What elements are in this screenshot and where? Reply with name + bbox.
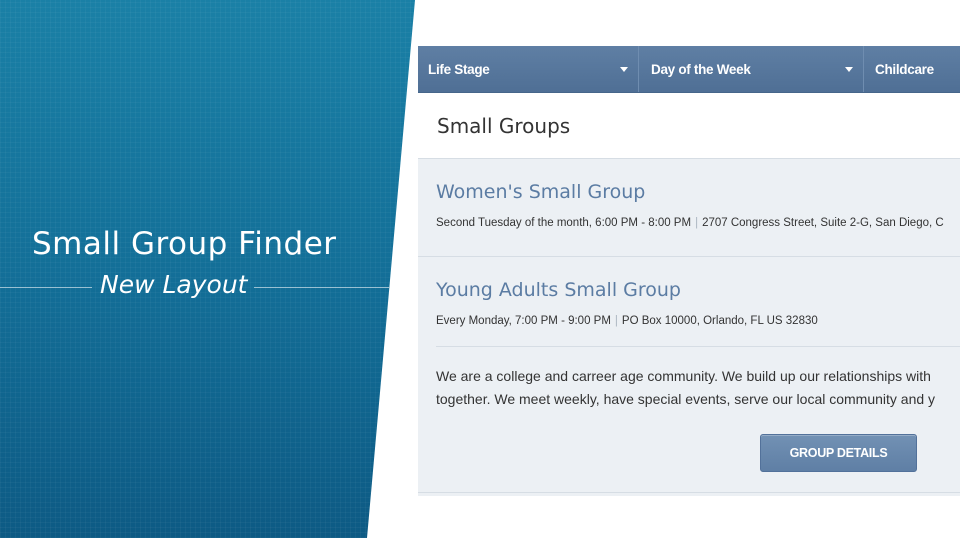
filter-bar: Life Stage Day of the Week Childcare xyxy=(418,46,960,93)
chevron-down-icon xyxy=(620,67,628,72)
group-name-link[interactable]: Women's Small Group xyxy=(436,181,645,203)
filter-day-of-week[interactable]: Day of the Week xyxy=(639,46,864,92)
group-schedule: Second Tuesday of the month, 6:00 PM - 8… xyxy=(436,217,692,229)
meta-separator: | xyxy=(695,217,699,229)
group-location: 2707 Congress Street, Suite 2-G, San Die… xyxy=(702,217,944,229)
meta-separator: | xyxy=(614,315,618,327)
group-schedule: Every Monday, 7:00 PM - 9:00 PM xyxy=(436,315,611,327)
filter-life-stage-label: Life Stage xyxy=(428,61,490,77)
group-description: We are a college and carreer age communi… xyxy=(436,365,960,411)
group-description-line: We are a college and carreer age communi… xyxy=(436,368,931,384)
group-details-button[interactable]: GROUP DETAILS xyxy=(760,434,917,472)
list-item: Women's Small Group Second Tuesday of th… xyxy=(418,159,960,257)
section-header: Small Groups xyxy=(418,93,960,159)
group-divider xyxy=(436,346,960,347)
group-name-link[interactable]: Young Adults Small Group xyxy=(436,279,681,301)
page-title: Small Groups xyxy=(437,113,571,138)
group-location: PO Box 10000, Orlando, FL US 32830 xyxy=(621,315,818,327)
hero-divider-left xyxy=(0,287,92,288)
hero-title: Small Group Finder xyxy=(32,226,337,262)
filter-childcare-label: Childcare xyxy=(875,61,934,77)
hero-divider-right xyxy=(254,287,389,288)
small-group-finder-app: Life Stage Day of the Week Childcare Sma… xyxy=(418,46,960,496)
chevron-down-icon xyxy=(845,67,853,72)
filter-day-of-week-label: Day of the Week xyxy=(651,61,751,77)
filter-life-stage[interactable]: Life Stage xyxy=(418,46,639,92)
hero-subtitle: New Layout xyxy=(100,270,248,299)
group-description-line: together. We meet weekly, have special e… xyxy=(436,391,936,407)
filter-childcare[interactable]: Childcare xyxy=(864,46,960,92)
group-meta: Second Tuesday of the month, 6:00 PM - 8… xyxy=(436,217,960,229)
group-meta: Every Monday, 7:00 PM - 9:00 PM | PO Box 1… xyxy=(436,315,960,327)
